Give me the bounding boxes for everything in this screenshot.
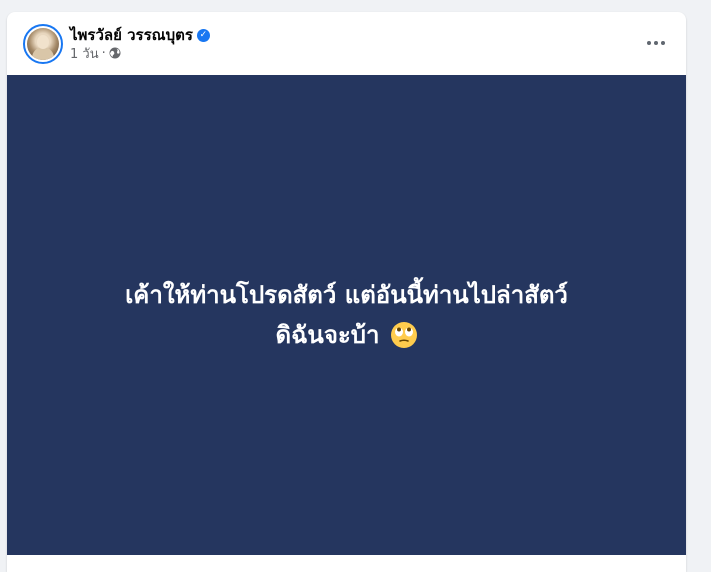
post-text-background[interactable]: เค้าให้ท่านโปรดสัตว์ แต่อันนี้ท่านไปล่าส… — [7, 75, 686, 555]
post-card: ไพรวัลย์ วรรณบุตร ✓ 1 วัน · เค้าให้ท่านโ… — [7, 12, 686, 572]
verified-badge-icon: ✓ — [196, 28, 210, 42]
avatar-image — [27, 28, 59, 60]
post-content-line-2: ดิฉันจะบ้า — [275, 321, 380, 349]
post-meta: 1 วัน · — [70, 43, 121, 64]
meta-separator: · — [101, 45, 106, 61]
more-options-icon — [647, 41, 651, 45]
globe-icon[interactable] — [109, 47, 121, 59]
post-footer — [7, 555, 686, 572]
more-options-button[interactable] — [638, 25, 674, 61]
post-content-line-2-row: ดิฉันจะบ้า — [275, 315, 417, 355]
post-timestamp[interactable]: 1 วัน — [70, 43, 99, 64]
post-content-line-1: เค้าให้ท่านโปรดสัตว์ แต่อันนี้ท่านไปล่าส… — [125, 281, 568, 309]
post-header: ไพรวัลย์ วรรณบุตร ✓ 1 วัน · — [7, 12, 686, 75]
face-with-rolling-eyes-icon — [390, 321, 418, 349]
author-avatar[interactable] — [23, 24, 63, 64]
